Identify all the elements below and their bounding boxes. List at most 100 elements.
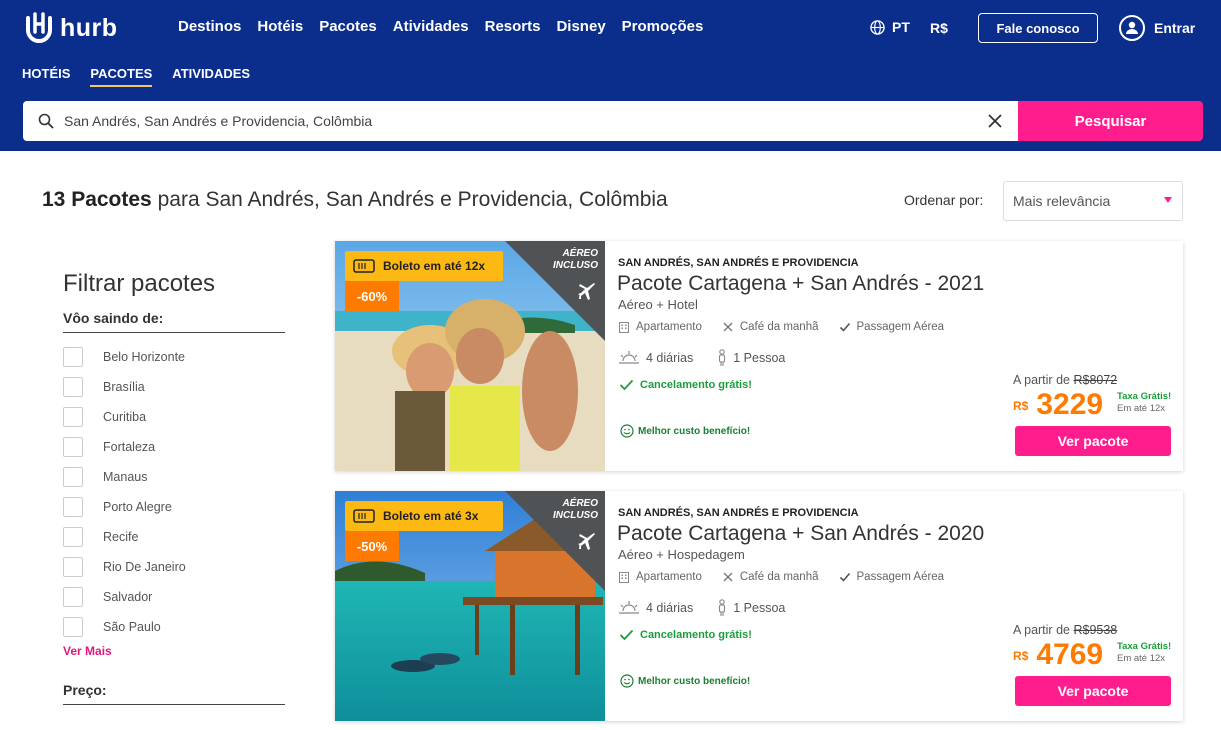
- results-title: 13 Pacotes para San Andrés, San Andrés e…: [42, 188, 668, 212]
- city-label: Fortaleza: [103, 440, 156, 454]
- nav-hoteis[interactable]: Hotéis: [257, 18, 303, 35]
- checkbox[interactable]: [63, 587, 83, 607]
- package-type: Aéreo + Hotel: [618, 297, 698, 312]
- login-button[interactable]: Entrar: [1119, 15, 1195, 41]
- filter-title: Filtrar pacotes: [63, 270, 216, 297]
- logo-text: hurb: [60, 13, 118, 42]
- checkbox[interactable]: [63, 377, 83, 397]
- guests-label: 1 Pessoa: [733, 351, 786, 365]
- best-value-text: Melhor custo benefício!: [638, 675, 751, 687]
- city-label: Curitiba: [103, 410, 147, 424]
- old-price: R$8072: [1073, 373, 1118, 387]
- aereo-line-2: INCLUSO: [553, 510, 598, 521]
- checkbox[interactable]: [63, 347, 83, 367]
- view-package-button[interactable]: Ver pacote: [1015, 676, 1171, 706]
- airplane-icon: [578, 283, 595, 300]
- caret-down-icon: [1164, 197, 1172, 203]
- aereo-label: AÉREO INCLUSO: [538, 248, 598, 272]
- checkbox[interactable]: [63, 467, 83, 487]
- see-more-link[interactable]: Ver Mais: [63, 644, 112, 658]
- city-option[interactable]: Porto Alegre: [63, 492, 186, 522]
- package-location: SAN ANDRÉS, SAN ANDRÉS E PROVIDENCIA: [618, 507, 859, 519]
- contact-button[interactable]: Fale conosco: [978, 13, 1098, 43]
- amenity-label: Café da manhã: [739, 571, 819, 583]
- city-option[interactable]: Belo Horizonte: [63, 342, 186, 372]
- city-option[interactable]: Brasília: [63, 372, 186, 402]
- installments-label: Em até 12x: [1117, 403, 1166, 414]
- checkbox[interactable]: [63, 497, 83, 517]
- cutlery-icon: [723, 572, 733, 582]
- checkbox[interactable]: [63, 407, 83, 427]
- currency-selector[interactable]: R$: [930, 20, 948, 36]
- login-label: Entrar: [1154, 20, 1196, 36]
- city-option[interactable]: Fortaleza: [63, 432, 186, 462]
- package-card[interactable]: Boleto em até 12x -60% AÉREO INCLUSO SAN…: [335, 241, 1183, 471]
- package-card[interactable]: Boleto em até 3x -50% AÉREO INCLUSO SAN …: [335, 491, 1183, 721]
- sort-value: Mais relevância: [1013, 193, 1111, 209]
- city-option[interactable]: São Paulo: [63, 612, 186, 642]
- building-icon: [619, 572, 629, 583]
- view-package-button[interactable]: Ver pacote: [1015, 426, 1171, 456]
- nights-info: 4 diárias: [618, 600, 693, 616]
- aereo-line-1: AÉREO: [562, 248, 598, 259]
- amenity-label: Café da manhã: [739, 321, 819, 333]
- nights-label: 4 diárias: [646, 351, 694, 365]
- city-option[interactable]: Salvador: [63, 582, 186, 612]
- checkbox[interactable]: [63, 557, 83, 577]
- package-photo[interactable]: Boleto em até 3x -50% AÉREO INCLUSO: [335, 491, 605, 721]
- price-currency: R$: [1013, 649, 1029, 663]
- check-icon: [619, 379, 634, 391]
- free-fee-label: Taxa Grátis!: [1117, 641, 1172, 652]
- checkbox[interactable]: [63, 527, 83, 547]
- checkbox[interactable]: [63, 437, 83, 457]
- language-selector[interactable]: PT: [870, 19, 910, 35]
- search-input[interactable]: [64, 113, 944, 129]
- logo[interactable]: hurb: [22, 12, 118, 44]
- nav-promocoes[interactable]: Promoções: [622, 18, 704, 35]
- amenity-label: Apartamento: [636, 321, 702, 333]
- amenities: Apartamento Café da manhã Passagem Aérea: [618, 321, 964, 333]
- check-icon: [839, 322, 850, 332]
- main-nav: Destinos Hotéis Pacotes Atividades Resor…: [178, 18, 719, 35]
- city-label: Belo Horizonte: [103, 350, 185, 364]
- tab-pacotes[interactable]: PACOTES: [90, 66, 153, 87]
- nav-disney[interactable]: Disney: [556, 18, 605, 35]
- city-option[interactable]: Curitiba: [63, 402, 186, 432]
- city-label: Rio De Janeiro: [103, 560, 186, 574]
- nav-resorts[interactable]: Resorts: [485, 18, 541, 35]
- city-option[interactable]: Rio De Janeiro: [63, 552, 186, 582]
- city-label: Manaus: [103, 470, 148, 484]
- package-photo[interactable]: Boleto em até 12x -60% AÉREO INCLUSO: [335, 241, 605, 471]
- price-from: A partir de R$9538: [1013, 623, 1117, 637]
- search-bar: [23, 101, 1019, 141]
- check-icon: [839, 572, 850, 582]
- airplane-icon: [578, 533, 595, 550]
- guests-info: 1 Pessoa: [717, 349, 785, 367]
- from-label: A partir de: [1013, 623, 1070, 637]
- tab-atividades[interactable]: ATIVIDADES: [172, 66, 250, 87]
- city-option[interactable]: Recife: [63, 522, 186, 552]
- old-price: R$9538: [1073, 623, 1118, 637]
- ticket-icon: [353, 259, 375, 273]
- tab-hoteis[interactable]: HOTÉIS: [22, 66, 70, 87]
- discount-badge: -50%: [345, 531, 399, 561]
- close-icon[interactable]: [987, 113, 1003, 129]
- search-button[interactable]: Pesquisar: [1018, 101, 1203, 141]
- stay-info: 4 diárias 1 Pessoa: [618, 599, 809, 617]
- price: R$ 3229: [1013, 389, 1103, 421]
- best-value-text: Melhor custo benefício!: [638, 425, 751, 437]
- package-title[interactable]: Pacote Cartagena + San Andrés - 2020: [617, 522, 984, 546]
- guests-label: 1 Pessoa: [733, 601, 786, 615]
- checkbox[interactable]: [63, 617, 83, 637]
- nav-atividades[interactable]: Atividades: [393, 18, 469, 35]
- nav-destinos[interactable]: Destinos: [178, 18, 241, 35]
- nights-info: 4 diárias: [618, 350, 693, 366]
- package-title[interactable]: Pacote Cartagena + San Andrés - 2021: [617, 272, 984, 296]
- boleto-text: Boleto em até 3x: [383, 509, 479, 523]
- check-icon: [619, 629, 634, 641]
- ticket-icon: [353, 509, 375, 523]
- best-value: Melhor custo benefício!: [620, 674, 750, 688]
- sort-select[interactable]: Mais relevância: [1003, 181, 1183, 221]
- nav-pacotes[interactable]: Pacotes: [319, 18, 377, 35]
- city-option[interactable]: Manaus: [63, 462, 186, 492]
